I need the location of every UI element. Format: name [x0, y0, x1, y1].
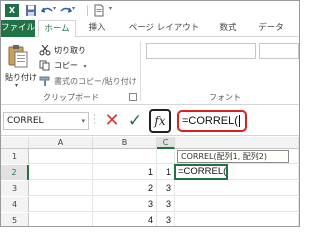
cell-a5[interactable] [29, 213, 93, 226]
formula-text: =CORREL( [182, 115, 238, 127]
cell-a3[interactable] [29, 181, 93, 196]
cell-b3[interactable]: 2 [93, 181, 157, 196]
scissors-icon [39, 45, 51, 56]
clipboard-group-label: クリップボード [43, 93, 99, 102]
column-header-a[interactable]: A [29, 137, 93, 149]
cancel-button[interactable]: ✕ [103, 111, 121, 131]
paste-dropdown-icon[interactable]: ▾ [15, 82, 18, 89]
clipboard-dialog-launcher-icon[interactable] [129, 93, 137, 101]
name-box-dropdown-icon[interactable]: ▾ [81, 113, 85, 129]
cell-b2[interactable]: 1 [93, 165, 157, 180]
cell-d4[interactable] [175, 197, 299, 212]
formula-bar: CORREL ▾ · · · ✕ ✓ fx =CORREL( [1, 106, 299, 136]
cell-b4[interactable]: 3 [93, 197, 157, 212]
column-header-c[interactable]: C [157, 137, 175, 149]
cell-d3[interactable] [175, 181, 299, 196]
row-header[interactable]: 1 [1, 149, 29, 164]
cell-c2[interactable]: 1 [157, 165, 175, 180]
worksheet-grid: A B C 1 2 1 1 3 2 3 4 3 3 5 4 3 CORREL(配… [1, 137, 299, 226]
tab-page-layout[interactable]: ページ レイアウト [121, 20, 207, 37]
row-header[interactable]: 4 [1, 197, 29, 212]
row-header[interactable]: 5 [1, 213, 29, 226]
name-box-value: CORREL [7, 116, 44, 126]
insert-function-button[interactable]: fx [149, 109, 171, 133]
cell-a4[interactable] [29, 197, 93, 212]
format-painter-label: 書式のコピー/貼り付け [54, 77, 137, 86]
ribbon-home: 貼り付け ▾ 切り取り コピー ▾ 書式のコピー/貼り付け クリップボード フォ… [1, 37, 299, 105]
paste-button[interactable]: 貼り付け [5, 72, 37, 83]
copy-icon [39, 60, 50, 71]
cell-c4[interactable]: 3 [157, 197, 175, 212]
row-header[interactable]: 3 [1, 181, 29, 196]
redo-dropdown-icon[interactable]: ▾ [72, 5, 75, 12]
copy-label: コピー [54, 61, 78, 70]
redo-icon[interactable] [60, 4, 72, 17]
cell-a2[interactable] [29, 165, 93, 180]
copy-dropdown-icon[interactable]: ▾ [84, 63, 87, 70]
excel-window: X ▾ ▾ ▾ ファイル ホーム 挿入 ページ レイアウト 数式 データ 貼り付… [0, 0, 300, 227]
tab-home[interactable]: ホーム [38, 20, 76, 38]
formula-input[interactable]: =CORREL( [177, 110, 247, 132]
column-header-b[interactable]: B [93, 137, 157, 149]
enter-button[interactable]: ✓ [126, 111, 144, 131]
font-name-combo[interactable] [146, 43, 256, 59]
table-row: 4 3 3 [1, 197, 299, 212]
resize-handle-icon[interactable]: · · · [93, 112, 96, 129]
excel-logo-icon: X [5, 4, 19, 17]
undo-icon[interactable] [41, 4, 53, 17]
cell-c1[interactable] [157, 149, 175, 164]
name-box[interactable]: CORREL ▾ [3, 112, 89, 130]
format-painter-button[interactable]: 書式のコピー/貼り付け [39, 75, 137, 88]
font-size-combo[interactable] [259, 43, 299, 59]
ribbon-tabs: ファイル ホーム 挿入 ページ レイアウト 数式 データ [1, 20, 299, 38]
table-row: 2 1 1 [1, 165, 299, 180]
paste-icon[interactable] [7, 43, 29, 69]
undo-dropdown-icon[interactable]: ▾ [53, 5, 56, 12]
column-header-d[interactable] [175, 137, 299, 149]
table-row: 5 4 3 [1, 213, 299, 226]
row-header[interactable]: 2 [1, 165, 29, 180]
cell-b5[interactable]: 4 [93, 213, 157, 226]
tab-formulas[interactable]: 数式 [213, 20, 243, 37]
active-cell-editor[interactable]: =CORREL( [174, 164, 228, 180]
group-separator [140, 41, 141, 101]
cut-button[interactable]: 切り取り [39, 44, 86, 57]
table-row: 3 2 3 [1, 181, 299, 196]
customize-toolbar-icon[interactable]: ▾ [109, 5, 112, 12]
new-document-icon[interactable] [93, 4, 105, 17]
save-icon[interactable] [25, 4, 37, 17]
quick-access-toolbar: X ▾ ▾ ▾ [1, 1, 299, 20]
cell-a1[interactable] [29, 149, 93, 164]
text-caret [238, 115, 240, 128]
cell-c3[interactable]: 3 [157, 181, 175, 196]
format-painter-icon [39, 76, 50, 86]
tab-data[interactable]: データ [253, 20, 289, 37]
function-tooltip: CORREL(配列1, 配列2) [177, 150, 289, 163]
cut-label: 切り取り [54, 46, 86, 55]
select-all-corner[interactable] [1, 137, 29, 149]
toolbar-separator [87, 5, 88, 16]
font-group-label: フォント [209, 93, 241, 102]
cell-d5[interactable] [175, 213, 299, 226]
cell-c5[interactable]: 3 [157, 213, 175, 226]
tab-file[interactable]: ファイル [1, 20, 35, 37]
tab-insert[interactable]: 挿入 [83, 20, 111, 37]
copy-button[interactable]: コピー ▾ [39, 59, 87, 72]
cell-b1[interactable] [93, 149, 157, 164]
